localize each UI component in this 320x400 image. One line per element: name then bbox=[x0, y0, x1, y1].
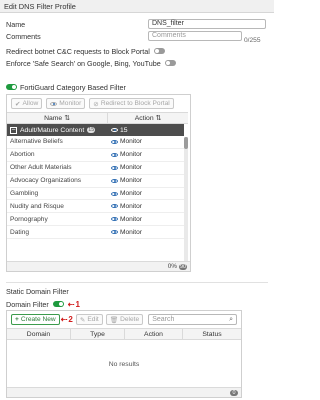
total-count-badge: 90 bbox=[179, 263, 187, 270]
group-row-adult-mature[interactable]: − Adult/Mature Content 15 15 bbox=[7, 124, 184, 136]
group-action-count: 15 bbox=[120, 126, 128, 134]
redirect-botnet-toggle[interactable] bbox=[153, 48, 165, 54]
comments-field[interactable]: Comments bbox=[148, 31, 242, 41]
comments-label: Comments bbox=[6, 31, 41, 41]
create-new-button[interactable]: + Create New bbox=[11, 314, 60, 325]
name-field[interactable]: DNS_filter bbox=[148, 19, 266, 29]
redirect-botnet-label: Redirect botnet C&C requests to Block Po… bbox=[6, 46, 150, 56]
search-icon: ⌕ bbox=[229, 316, 233, 323]
trash-icon: 🗑 bbox=[109, 316, 119, 324]
collapse-icon[interactable]: − bbox=[10, 126, 17, 134]
category-rows: Alternative Beliefs Monitor Abortion Mon… bbox=[7, 136, 184, 240]
column-domain-header[interactable]: Domain bbox=[7, 329, 71, 339]
eye-icon bbox=[111, 217, 118, 222]
eye-icon bbox=[111, 204, 118, 209]
fortiguard-category-title: FortiGuard Category Based Filter bbox=[20, 82, 126, 92]
comments-counter: 0/255 bbox=[244, 36, 261, 44]
column-type-header[interactable]: Type bbox=[71, 329, 125, 339]
static-table-header: Domain Type Action Status bbox=[7, 328, 241, 340]
edit-button[interactable]: ✎ Edit bbox=[75, 314, 103, 325]
safe-search-toggle[interactable] bbox=[164, 60, 176, 66]
check-circle-icon: ✔ bbox=[15, 100, 21, 108]
table-row[interactable]: Other Adult Materials Monitor bbox=[7, 162, 184, 175]
annotation-2: ⇠ 2 bbox=[60, 315, 73, 324]
table-row[interactable]: Abortion Monitor bbox=[7, 149, 184, 162]
static-footer: 0 bbox=[7, 387, 241, 397]
eye-icon bbox=[111, 139, 118, 144]
category-scrollbar[interactable] bbox=[184, 137, 188, 261]
column-status-header[interactable]: Status bbox=[183, 329, 241, 339]
pencil-icon: ✎ bbox=[79, 316, 86, 324]
name-label: Name bbox=[6, 19, 26, 29]
group-count-badge: 15 bbox=[87, 127, 96, 133]
arrow-left-icon: ⇠ bbox=[67, 299, 75, 309]
eye-icon bbox=[50, 101, 58, 106]
annotation-1: ⇠ 1 bbox=[67, 299, 80, 309]
arrow-left-icon: ⇠ bbox=[60, 315, 68, 324]
monitor-button[interactable]: Monitor bbox=[46, 98, 86, 109]
scrollbar-thumb[interactable] bbox=[184, 137, 188, 149]
redirect-icon: ⊘ bbox=[93, 100, 99, 108]
table-row[interactable]: Pornography Monitor bbox=[7, 213, 184, 227]
table-row[interactable]: Dating Monitor bbox=[7, 226, 184, 240]
table-row[interactable]: Alternative Beliefs Monitor bbox=[7, 136, 184, 149]
table-row[interactable]: Gambling Monitor bbox=[7, 188, 184, 201]
static-domain-panel: + Create New ⇠ 2 ✎ Edit 🗑 Delete Search … bbox=[6, 310, 242, 398]
table-row[interactable]: Nudity and Risque Monitor bbox=[7, 200, 184, 214]
category-footer: 0% 90 bbox=[7, 261, 190, 271]
total-count-badge: 0 bbox=[230, 389, 238, 396]
static-domain-filter-title: Static Domain Filter bbox=[6, 287, 69, 296]
column-action-header[interactable]: Action ⇅ bbox=[108, 113, 188, 123]
section-divider bbox=[6, 282, 268, 283]
static-toolbar: + Create New ⇠ 2 ✎ Edit 🗑 Delete Search … bbox=[7, 311, 241, 328]
redirect-to-block-portal-button[interactable]: ⊘ Redirect to Block Portal bbox=[89, 98, 174, 109]
sort-icon: ⇅ bbox=[64, 115, 70, 122]
group-label: Adult/Mature Content bbox=[20, 126, 85, 134]
eye-icon bbox=[111, 191, 118, 196]
category-table-header: Name ⇅ Action ⇅ bbox=[7, 112, 188, 124]
category-toolbar: ✔ Allow Monitor ⊘ Redirect to Block Port… bbox=[7, 95, 190, 112]
dialog-title: Edit DNS Filter Profile bbox=[0, 0, 274, 13]
eye-icon bbox=[111, 152, 118, 157]
safe-search-label: Enforce 'Safe Search' on Google, Bing, Y… bbox=[6, 58, 161, 68]
delete-button[interactable]: 🗑 Delete bbox=[105, 314, 144, 325]
sort-icon: ⇅ bbox=[155, 115, 162, 122]
domain-filter-toggle[interactable] bbox=[52, 301, 64, 307]
percent-label: 0% bbox=[167, 263, 177, 270]
eye-icon bbox=[111, 165, 118, 170]
column-action-header[interactable]: Action bbox=[125, 329, 183, 339]
eye-icon bbox=[111, 128, 118, 132]
domain-filter-label: Domain Filter bbox=[6, 299, 49, 309]
category-filter-panel: ✔ Allow Monitor ⊘ Redirect to Block Port… bbox=[6, 94, 191, 272]
plus-icon: + bbox=[15, 316, 19, 323]
search-input[interactable]: Search ⌕ bbox=[148, 314, 237, 325]
table-row[interactable]: Advocacy Organizations Monitor bbox=[7, 175, 184, 188]
empty-state-text: No results bbox=[108, 361, 140, 368]
allow-button[interactable]: ✔ Allow bbox=[11, 98, 43, 109]
eye-icon bbox=[111, 230, 118, 235]
eye-icon bbox=[111, 178, 118, 183]
fortiguard-category-toggle[interactable] bbox=[6, 84, 17, 90]
column-name-header[interactable]: Name ⇅ bbox=[7, 113, 108, 123]
